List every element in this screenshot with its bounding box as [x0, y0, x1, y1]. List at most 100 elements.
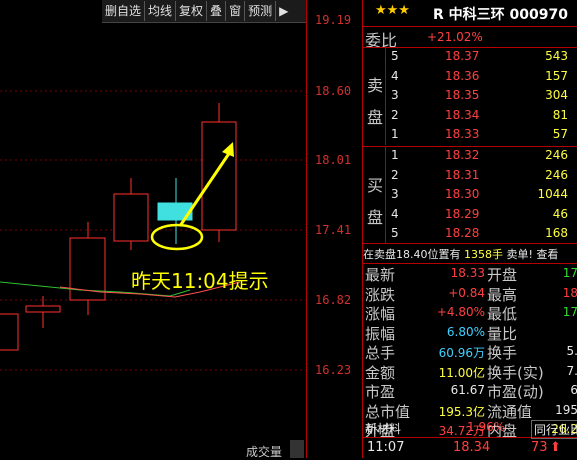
- sell-price: 18.37: [445, 49, 480, 63]
- volume-label: 成交量: [246, 445, 283, 459]
- sell-level: 2: [391, 107, 399, 122]
- order-volume: 1358手: [464, 248, 503, 261]
- stat-value: 60.96万: [438, 346, 485, 360]
- sell-level: 5: [391, 49, 399, 63]
- stat-row: 涨幅 +4.80% 最低 17: [363, 303, 577, 323]
- tick-time: 11:07: [367, 440, 405, 455]
- buy-level: 5: [391, 226, 399, 240]
- stat-row: 涨跌 +0.84 最高 18: [363, 284, 577, 304]
- stat-value: 18: [562, 285, 577, 300]
- buy-level: 4: [391, 206, 399, 221]
- buy-level: 3: [391, 187, 399, 201]
- stat-label: 市盈: [365, 383, 396, 401]
- tick-volume: 73: [531, 440, 548, 455]
- tick-price: 18.34: [453, 440, 491, 455]
- order-info: 在卖盘18.40位置有: [363, 248, 461, 261]
- stat-label: 最低: [487, 305, 518, 323]
- stat-row: 金额 11.00亿 换手(实) 7.: [363, 362, 577, 382]
- stat-row: 振幅 6.80% 量比: [363, 323, 577, 343]
- quote-panel: ★★★ R 中科三环 000970 委比 +21.02% 卖 盘 5 18.37 5…: [362, 0, 577, 458]
- remove-watchlist-button[interactable]: 删自选: [102, 1, 146, 21]
- buy-volume: 46: [552, 206, 568, 221]
- stat-row: 总手 60.96万 换手 5.: [363, 342, 577, 362]
- buy-price: 18.29: [445, 206, 480, 221]
- candle: [157, 178, 193, 244]
- stat-label: 总市值: [365, 402, 411, 421]
- buy-level: 2: [391, 167, 399, 182]
- price-tick: 18.01: [315, 153, 352, 167]
- arrow-right-icon[interactable]: ▶: [276, 4, 291, 18]
- sell-volume: 304: [545, 88, 568, 102]
- stat-value: 17: [562, 266, 577, 280]
- industry-label: 新材料: [365, 422, 402, 436]
- sell-level: 1: [391, 127, 399, 141]
- buy-price: 18.32: [445, 148, 480, 162]
- window-button[interactable]: 窗: [226, 1, 246, 21]
- overlay-button[interactable]: 叠: [207, 1, 227, 21]
- stat-label: 开盘: [487, 266, 518, 284]
- industry-compare-button[interactable]: 同行业比: [531, 420, 577, 439]
- industry-pct: 1.96%: [467, 420, 506, 434]
- stat-label: 量比: [487, 324, 518, 343]
- candle: [0, 313, 19, 351]
- sell-row[interactable]: 1 18.33 57: [363, 127, 577, 147]
- buy-level: 1: [391, 148, 399, 162]
- buy-row[interactable]: 3 18.30 1044: [363, 187, 577, 207]
- candle: [69, 222, 106, 315]
- moving-average-button[interactable]: 均线: [145, 1, 177, 21]
- stat-row: 总市值 195.3亿 流通值 195: [363, 401, 577, 421]
- kline-svg: [0, 90, 306, 371]
- buy-price: 18.31: [445, 167, 480, 182]
- stat-value: 195.3亿: [438, 404, 485, 419]
- tick-row: 11:07 18.34 73 ⬆: [363, 440, 577, 460]
- sell-volume: 81: [552, 107, 568, 122]
- sell-price: 18.34: [445, 107, 480, 122]
- stat-label: 总手: [365, 344, 396, 362]
- sell-volume: 57: [552, 127, 568, 141]
- volume-scrollbar[interactable]: [290, 440, 304, 458]
- buy-price: 18.28: [445, 226, 480, 240]
- buy-volume: 246: [545, 148, 568, 162]
- sell-price: 18.36: [445, 68, 480, 83]
- buy-row[interactable]: 1 18.32 246: [363, 148, 577, 168]
- candle: [25, 296, 61, 328]
- stat-label: 换手(实): [487, 363, 544, 382]
- weibi-row: 委比 +21.02%: [363, 28, 577, 50]
- stat-label: 市盈(动): [487, 383, 544, 401]
- stat-label: 换手: [487, 344, 518, 362]
- sell-row[interactable]: 4 18.36 157: [363, 69, 577, 89]
- buy-row[interactable]: 4 18.29 46: [363, 207, 577, 227]
- sell-level: 3: [391, 88, 399, 102]
- stat-value: 5.: [566, 344, 577, 358]
- stat-value: +0.84: [448, 285, 485, 300]
- stat-label: 最高: [487, 285, 518, 304]
- up-arrow-icon: ⬆: [550, 440, 561, 455]
- stat-value: 17: [562, 305, 577, 319]
- stat-label: 金额: [365, 363, 396, 382]
- adjust-rights-button[interactable]: 复权: [176, 1, 208, 21]
- sell-volume: 157: [545, 68, 568, 83]
- stat-row: 最新 18.33 开盘 17: [363, 264, 577, 284]
- industry-row: 新材料 1.96% 同行业比: [363, 420, 577, 440]
- stat-row: 市盈 61.67 市盈(动) 6: [363, 381, 577, 401]
- stat-label: 振幅: [365, 324, 396, 343]
- buy-volume: 168: [545, 226, 568, 240]
- stat-value: 61.67: [450, 383, 485, 397]
- stat-label: 涨幅: [365, 305, 396, 323]
- stat-value: 195: [555, 402, 577, 417]
- kline-chart[interactable]: 删自选 均线 复权 叠 窗 预测 ▶ 昨天11:04提示 成交量: [0, 0, 306, 459]
- forecast-button[interactable]: 预测: [245, 1, 277, 21]
- sell-price: 18.33: [445, 127, 480, 141]
- stat-value: 6: [570, 383, 577, 397]
- buy-row[interactable]: 2 18.31 246: [363, 168, 577, 188]
- price-tick: 17.41: [315, 223, 352, 237]
- sell-volume: 543: [545, 49, 568, 63]
- annotation-text: 昨天11:04提示: [131, 269, 269, 293]
- sell-row[interactable]: 5 18.37 543: [363, 49, 577, 69]
- sell-row[interactable]: 2 18.34 81: [363, 108, 577, 128]
- sell-row[interactable]: 3 18.35 304: [363, 88, 577, 108]
- candle: [113, 178, 149, 250]
- stat-label: 涨跌: [365, 285, 396, 304]
- price-tick: 19.19: [315, 13, 352, 27]
- buy-volume: 1044: [537, 187, 568, 201]
